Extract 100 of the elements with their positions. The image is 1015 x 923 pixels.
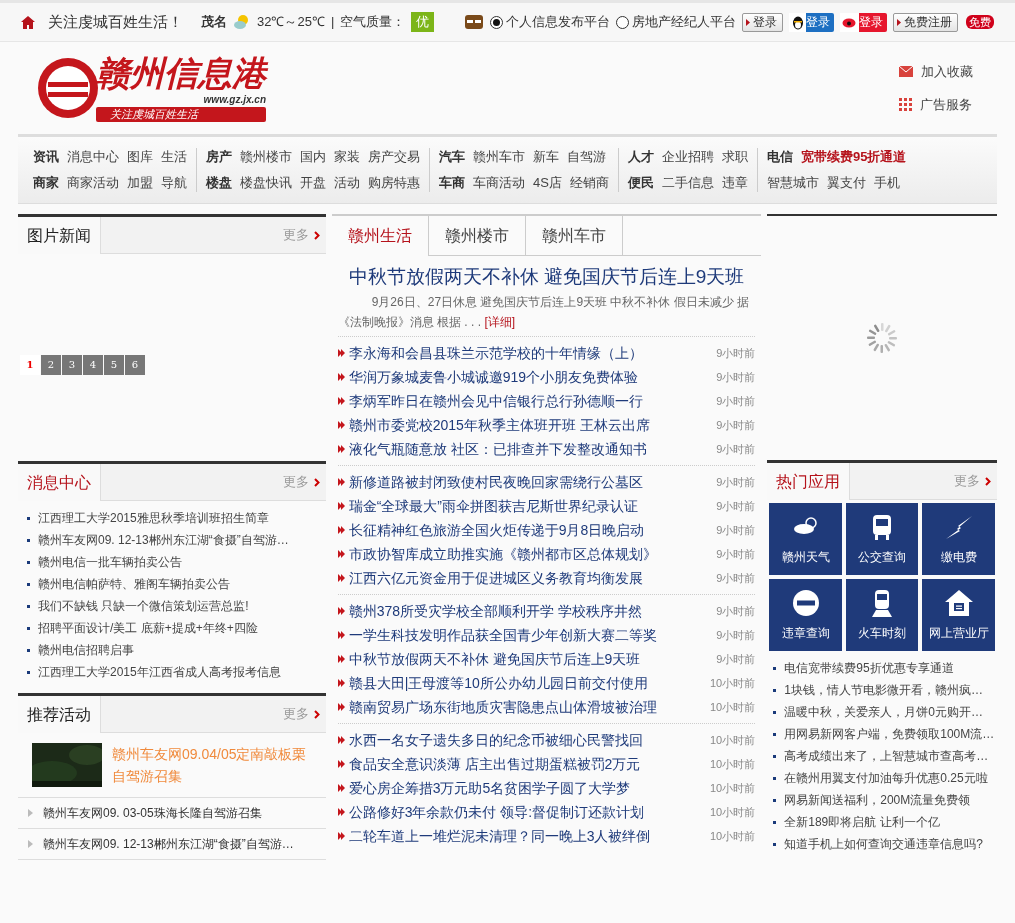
news-link[interactable]: 食品安全意识淡薄 店主出售过期蛋糕被罚2万元 xyxy=(348,753,710,775)
nav-link[interactable]: 人才 xyxy=(627,148,654,166)
nav-link[interactable]: 求职 xyxy=(721,148,748,166)
radio-button[interactable] xyxy=(616,15,630,29)
page-button[interactable]: 1 xyxy=(20,354,40,375)
nav-link[interactable]: 楼盘 xyxy=(206,174,232,192)
nav-link[interactable]: 资讯 xyxy=(33,148,59,166)
nav-link[interactable]: 图库 xyxy=(127,148,153,166)
app-tile[interactable]: 缴电费 xyxy=(922,503,995,575)
nav-link[interactable]: 自驾游 xyxy=(567,148,606,166)
page-button[interactable]: 3 xyxy=(62,354,82,375)
message-link[interactable]: 江西理工大学2015雅思秋季培训班招生简章 xyxy=(38,509,269,527)
nav-link[interactable]: 车商活动 xyxy=(473,174,525,192)
nav-link[interactable]: 赣州车市 xyxy=(473,148,525,166)
nav-link[interactable]: 开盘 xyxy=(300,174,326,192)
app-tile[interactable]: 违章查询 xyxy=(769,579,842,651)
message-link[interactable]: 赣州电信招聘启事 xyxy=(38,641,134,659)
radio-button[interactable] xyxy=(490,15,504,29)
nav-link[interactable]: 加盟 xyxy=(127,174,153,192)
news-link[interactable]: 赣县大田|王母渡等10所公办幼儿园日前交付使用 xyxy=(348,672,710,694)
news-link[interactable]: 水西一名女子遗失多日的纪念币被细心民警找回 xyxy=(348,729,710,751)
app-news-link[interactable]: 全新189即将启航 让利一个亿 xyxy=(784,813,940,831)
app-news-link[interactable]: 温暖中秋，关爱亲人，月饼0元购开… xyxy=(784,703,983,721)
app-tile[interactable]: 公交查询 xyxy=(845,503,919,575)
page-button[interactable]: 6 xyxy=(125,354,145,375)
news-link[interactable]: 长征精神红色旅游全国火炬传递于9月8日晚启动 xyxy=(348,519,717,541)
app-news-link[interactable]: 网易新闻送福利，200M流量免费领 xyxy=(784,791,971,809)
app-news-link[interactable]: 高考成绩出来了，上智慧城市查高考… xyxy=(784,747,989,765)
page-button[interactable]: 4 xyxy=(83,354,103,375)
nav-link[interactable]: 汽车 xyxy=(439,148,465,166)
ads-link[interactable]: 广告服务 xyxy=(899,95,973,115)
news-link[interactable]: 爱心房企筹措3万元助5名贫困学子圆了大学梦 xyxy=(348,777,710,799)
message-link[interactable]: 赣州车友网09. 12-13郴州东江湖“食摄”自驾游… xyxy=(38,531,289,549)
nav-link[interactable]: 经销商 xyxy=(569,174,609,192)
page-button[interactable]: 5 xyxy=(104,354,124,375)
nav-link[interactable]: 赣州楼市 xyxy=(240,148,292,166)
nav-link[interactable]: 房产 xyxy=(206,148,232,166)
nav-link[interactable]: 违章 xyxy=(721,174,748,192)
nav-link[interactable]: 房产交易 xyxy=(368,148,420,166)
page-button[interactable]: 2 xyxy=(41,354,61,375)
nav-link[interactable]: 便民 xyxy=(627,174,654,192)
nav-link[interactable]: 商家活动 xyxy=(67,174,119,192)
news-link[interactable]: 赣州378所受灾学校全部顺利开学 学校秩序井然 xyxy=(348,600,717,622)
app-news-link[interactable]: 知道手机上如何查询交通违章信息吗? xyxy=(784,835,983,853)
login-button[interactable]: 登录 xyxy=(742,12,784,32)
nav-link[interactable]: 购房特惠 xyxy=(368,174,420,192)
nav-link[interactable]: 新车 xyxy=(533,148,559,166)
nav-link[interactable]: 二手信息 xyxy=(661,174,714,192)
headline[interactable]: 中秋节放假两天不补休 避免国庆节后连上9天班 xyxy=(331,264,762,290)
nav-link[interactable]: 消息中心 xyxy=(67,148,119,166)
nav-link[interactable]: 商家 xyxy=(33,174,59,192)
qq-login-button[interactable]: 登录 xyxy=(789,12,835,32)
news-link[interactable]: 李炳军昨日在赣州会见中信银行总行孙德顺一行 xyxy=(348,390,717,412)
activity-link[interactable]: 赣州车友网09. 12-13郴州东江湖“食摄”自驾游… xyxy=(43,835,294,853)
nav-link[interactable]: 国内 xyxy=(300,148,326,166)
weibo-login-button[interactable]: 登录 xyxy=(840,12,888,32)
app-news-link[interactable]: 1块钱，情人节电影微开看，赣州疯… xyxy=(784,681,983,699)
app-tile[interactable]: 赣州天气 xyxy=(769,503,842,575)
news-link[interactable]: 一学生科技发明作品获全国青少年创新大赛二等奖 xyxy=(348,624,717,646)
nav-link[interactable]: 车商 xyxy=(439,174,465,192)
app-news-link[interactable]: 用网易新网客户端，免费领取100M流… xyxy=(784,725,995,743)
detail-link[interactable]: [详细] xyxy=(484,315,516,329)
news-link[interactable]: 公路修好3年余款仍未付 领导:督促制订还款计划 xyxy=(348,801,710,823)
message-link[interactable]: 赣州电信一批车辆拍卖公告 xyxy=(38,553,182,571)
message-link[interactable]: 江西理工大学2015年江西省成人高考报考信息 xyxy=(38,663,281,681)
nav-link[interactable]: 宽带续费95折通道 xyxy=(800,148,907,166)
nav-link[interactable]: 家装 xyxy=(334,148,360,166)
message-link[interactable]: 赣州电信帕萨特、雅阁车辆拍卖公告 xyxy=(38,575,230,593)
news-link[interactable]: 江西六亿元资金用于促进城区义务教育均衡发展 xyxy=(348,567,717,589)
nav-link[interactable]: 电信 xyxy=(766,148,793,166)
platform-label[interactable]: 个人信息发布平台 xyxy=(506,12,611,32)
nav-link[interactable]: 活动 xyxy=(334,174,360,192)
platform-label[interactable]: 房地产经纪人平台 xyxy=(632,12,737,32)
nav-link[interactable]: 手机 xyxy=(873,174,900,192)
app-tile[interactable]: 网上营业厅 xyxy=(922,579,995,651)
news-link[interactable]: 液化气瓶随意放 社区：已排查并下发整改通知书 xyxy=(348,438,717,460)
news-link[interactable]: 瑞金“全球最大”雨伞拼图获吉尼斯世界纪录认证 xyxy=(348,495,717,517)
nav-link[interactable]: 导航 xyxy=(161,174,187,192)
nav-link[interactable]: 翼支付 xyxy=(826,174,866,192)
news-link[interactable]: 二轮车道上一堆烂泥未清理？同一晚上3人被绊倒 xyxy=(348,825,710,847)
activity-link[interactable]: 赣州车友网09. 03-05珠海长隆自驾游召集 xyxy=(43,804,262,822)
nav-link[interactable]: 智慧城市 xyxy=(766,174,819,192)
news-link[interactable]: 赣州市委党校2015年秋季主体班开班 王林云出席 xyxy=(348,414,717,436)
news-link[interactable]: 华润万象城麦鲁小城诚邀919个小朋友免费体验 xyxy=(348,366,717,388)
news-link[interactable]: 中秋节放假两天不补休 避免国庆节后连上9天班 xyxy=(348,648,717,670)
app-news-link[interactable]: 电信宽带续费95折优惠专享通道 xyxy=(784,659,954,677)
news-link[interactable]: 市政协智库成立助推实施《赣州都市区总体规划》 xyxy=(348,543,717,565)
nav-link[interactable]: 楼盘快讯 xyxy=(240,174,292,192)
message-link[interactable]: 我们不缺钱 只缺一个微信策划运营总监! xyxy=(38,597,249,615)
nav-link[interactable]: 4S店 xyxy=(533,174,562,192)
news-tab[interactable]: 赣州生活 xyxy=(331,216,429,256)
nav-link[interactable]: 生活 xyxy=(161,148,187,166)
app-news-link[interactable]: 在赣州用翼支付加油每升优惠0.25元啦 xyxy=(784,769,988,787)
home-icon[interactable] xyxy=(20,14,36,30)
news-link[interactable]: 李永海和会昌县珠兰示范学校的十年情缘（上） xyxy=(348,342,717,364)
bookmark-link[interactable]: 加入收藏 xyxy=(899,61,973,81)
app-tile[interactable]: 火车时刻 xyxy=(845,579,919,651)
login-button[interactable]: 免费注册 xyxy=(893,12,959,32)
message-link[interactable]: 招聘平面设计/美工 底薪+提成+年终+四险 xyxy=(38,619,258,637)
news-link[interactable]: 新修道路被封闭致使村民夜晚回家需绕行公墓区 xyxy=(348,471,717,493)
